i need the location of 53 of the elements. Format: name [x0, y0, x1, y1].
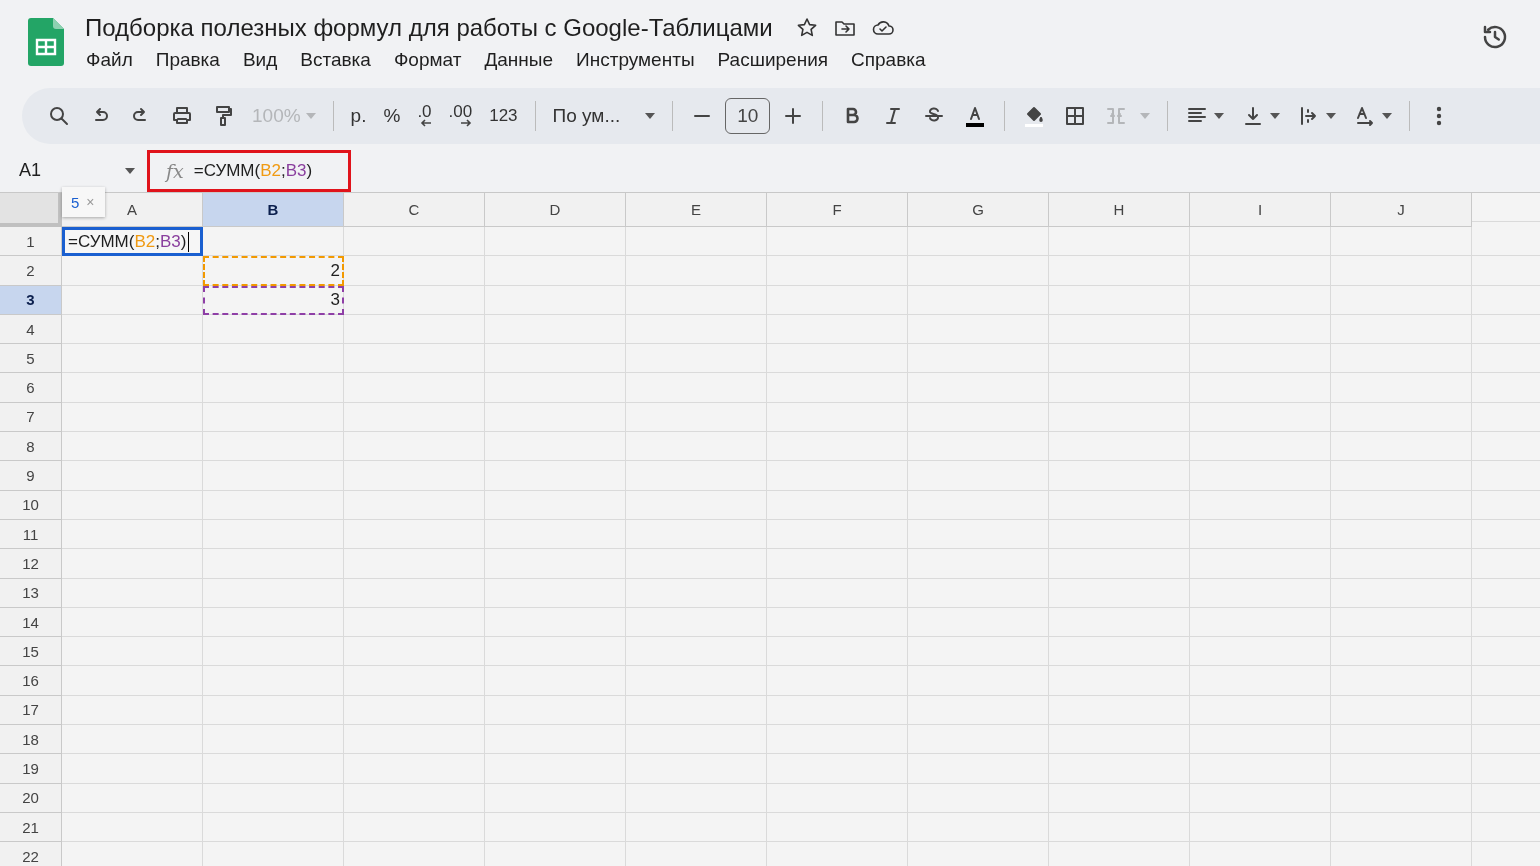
row-header[interactable]: 3	[0, 285, 62, 315]
column-header[interactable]: B	[203, 193, 344, 227]
row-header[interactable]: 8	[0, 432, 62, 462]
row-header[interactable]: 1	[0, 227, 62, 257]
row-header[interactable]: 20	[0, 783, 62, 813]
document-title[interactable]: Подборка полезных формул для работы с Google-Таблицами	[85, 14, 773, 42]
row-header[interactable]: 11	[0, 519, 62, 550]
table-cell: 3	[203, 285, 344, 315]
increase-decimals-button[interactable]: .00	[448, 105, 473, 127]
row-header[interactable]: 16	[0, 666, 62, 696]
row-header[interactable]: 18	[0, 725, 62, 755]
decrease-decimals-button[interactable]: .0	[417, 105, 432, 127]
name-box[interactable]: A1	[19, 160, 125, 181]
menu-item[interactable]: Данные	[484, 49, 554, 71]
number-format-button[interactable]: 123	[489, 109, 518, 123]
row-header[interactable]: 9	[0, 461, 62, 491]
row-header[interactable]: 2	[0, 256, 62, 286]
column-header[interactable]: H	[1049, 193, 1190, 227]
currency-button[interactable]: р.	[350, 105, 367, 127]
row-header[interactable]: 17	[0, 695, 62, 726]
font-size-field[interactable]: 10	[725, 98, 771, 134]
result-value: 5	[71, 193, 80, 211]
row-header[interactable]: 15	[0, 637, 62, 667]
row-header[interactable]: 19	[0, 754, 62, 784]
column-header[interactable]: G	[908, 193, 1049, 227]
menu-item[interactable]: Вставка	[300, 49, 371, 71]
row-header[interactable]: 13	[0, 578, 62, 608]
menu-item[interactable]: Справка	[851, 49, 926, 71]
menu-item[interactable]: Инструменты	[576, 49, 695, 71]
column-header[interactable]: D	[485, 193, 626, 227]
column-header[interactable]: I	[1190, 193, 1331, 227]
row-header[interactable]: 10	[0, 490, 62, 520]
row-header[interactable]: 5	[0, 344, 62, 374]
row-header[interactable]: 12	[0, 549, 62, 579]
column-header[interactable]: F	[767, 193, 908, 227]
row-header[interactable]: 7	[0, 402, 62, 433]
formula-field[interactable]: fx =СУММ(B2;B3)	[147, 149, 351, 192]
table-cell: 2	[203, 256, 344, 286]
menu-item[interactable]: Расширения	[717, 49, 829, 71]
menu-item[interactable]: Правка	[155, 49, 220, 71]
row-header[interactable]: 14	[0, 607, 62, 638]
column-header[interactable]: J	[1331, 193, 1472, 227]
menu-item[interactable]: Файл	[86, 49, 133, 71]
row-header[interactable]: 4	[0, 314, 62, 345]
column-header[interactable]: E	[626, 193, 767, 227]
percent-button[interactable]: %	[383, 105, 401, 127]
font-select[interactable]: По ум...	[552, 105, 621, 127]
menu-item[interactable]: Вид	[242, 49, 278, 71]
row-header[interactable]: 6	[0, 373, 62, 403]
cell-editor[interactable]: =СУММ(B2;B3)	[62, 227, 203, 257]
column-header[interactable]: C	[344, 193, 485, 227]
menu-item[interactable]: Формат	[393, 49, 462, 71]
row-header[interactable]: 21	[0, 812, 62, 843]
